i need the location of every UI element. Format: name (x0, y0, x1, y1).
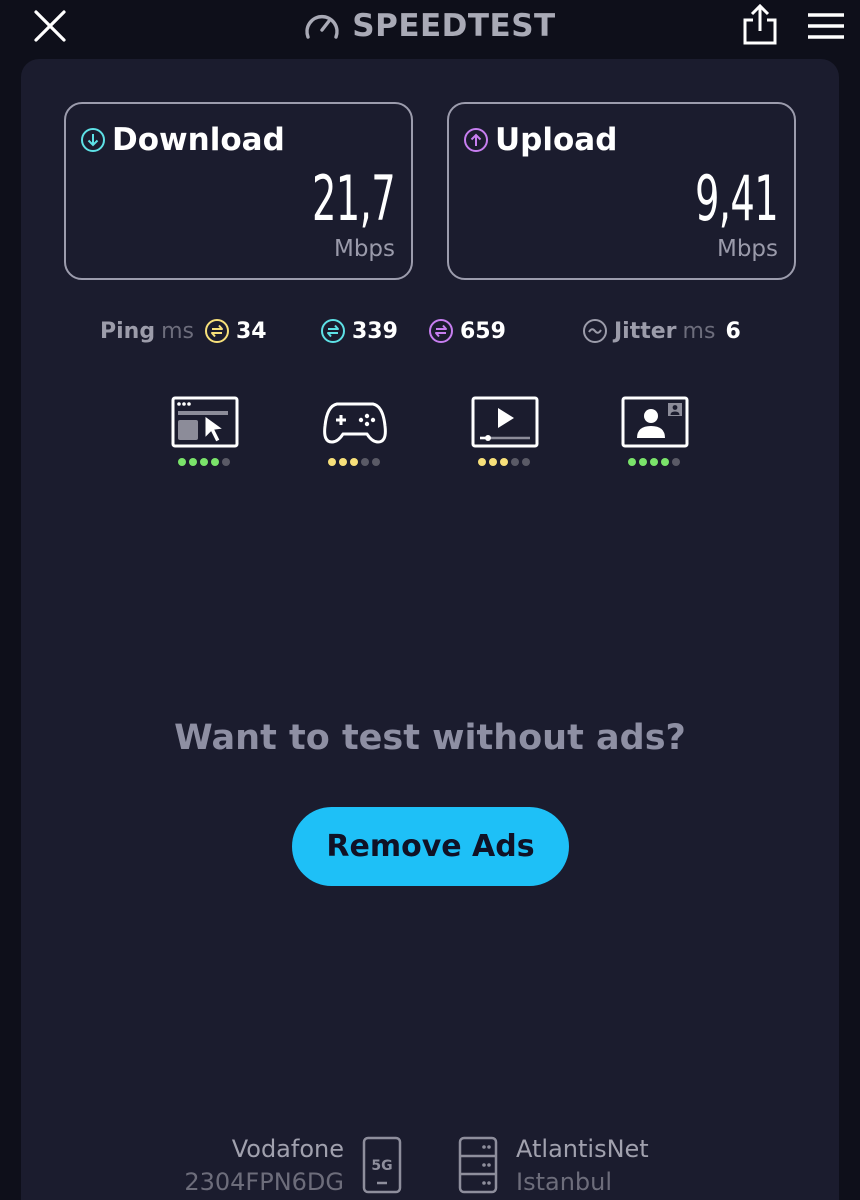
ping-upload-value: 659 (460, 318, 506, 344)
upload-value: 9,41 (694, 162, 779, 235)
use-case-gaming[interactable] (314, 396, 394, 476)
arrow-up-circle-icon (464, 128, 488, 152)
provider-info[interactable]: Vodafone 2304FPN6DG (184, 1133, 344, 1199)
ping-idle-value: 34 (235, 318, 267, 344)
jitter-value: 6 (725, 318, 741, 344)
video-streaming-rating (464, 458, 544, 466)
download-unit: Mbps (333, 236, 395, 262)
server-location: Istanbul (516, 1168, 613, 1196)
top-bar: SPEEDTEST (0, 0, 860, 52)
download-card: Download 21,7 Mbps (64, 102, 413, 280)
jitter-icon (583, 319, 607, 343)
network-type: 5G (371, 1158, 392, 1174)
menu-button[interactable] (806, 10, 846, 42)
use-case-video-streaming[interactable] (464, 396, 544, 476)
remove-ads-button[interactable]: Remove Ads (292, 807, 569, 886)
server-name: AtlantisNet (516, 1135, 649, 1163)
ping-download-value: 339 (352, 318, 398, 344)
device-name: 2304FPN6DG (184, 1168, 344, 1196)
upload-title: Upload (495, 122, 618, 158)
download-value: 21,7 (311, 162, 396, 235)
gaming-icon (323, 402, 387, 444)
ping-idle: Ping ms 34 (100, 312, 267, 350)
jitter-label: Jitter (614, 318, 677, 344)
provider-name: Vodafone (231, 1135, 344, 1163)
gaming-rating (314, 458, 394, 466)
upload-card: Upload 9,41 Mbps (447, 102, 796, 280)
ping-download-icon (321, 319, 345, 343)
upload-unit: Mbps (716, 236, 778, 262)
download-title: Download (112, 122, 285, 158)
video-call-icon (621, 396, 689, 448)
jitter-unit: ms (682, 318, 716, 344)
ping-upload: 659 (428, 312, 506, 350)
brand-name: SPEEDTEST (352, 8, 556, 44)
ping-upload-icon (429, 319, 453, 343)
jitter: Jitter ms 6 (582, 312, 741, 350)
remove-ads-prompt: Want to test without ads? (174, 718, 686, 758)
server-info[interactable]: AtlantisNet Istanbul (516, 1133, 649, 1199)
server-icon (458, 1136, 498, 1194)
arrow-down-circle-icon (81, 128, 105, 152)
ping-idle-icon (204, 319, 229, 343)
latency-stats: Ping ms 34 339 659 Jitter ms 6 (0, 312, 860, 350)
menu-icon (808, 13, 844, 39)
web-browsing-rating (164, 458, 244, 466)
use-case-video-call[interactable] (614, 396, 694, 476)
speedometer-icon (305, 14, 339, 39)
mobile-network-icon: 5G (362, 1136, 402, 1194)
use-case-web-browsing[interactable] (164, 396, 244, 476)
web-browsing-icon (171, 396, 239, 448)
share-icon (743, 3, 777, 45)
use-case-ratings (0, 396, 860, 476)
brand-logo: SPEEDTEST (0, 4, 860, 48)
ping-label: Ping (100, 318, 156, 344)
connection-info: Vodafone 2304FPN6DG 5G AtlantisNet Istan… (0, 1130, 860, 1200)
share-button[interactable] (740, 3, 780, 46)
ping-download: 339 (320, 312, 398, 350)
video-streaming-icon (471, 396, 539, 448)
video-call-rating (614, 458, 694, 466)
ping-unit: ms (161, 318, 194, 344)
